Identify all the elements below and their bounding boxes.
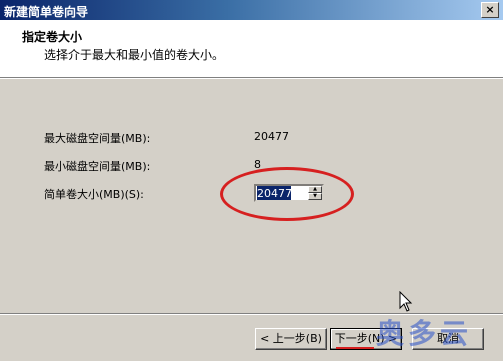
page-subtitle: 选择介于最大和最小值的卷大小。 [44, 48, 225, 62]
window-title: 新建简单卷向导 [4, 5, 89, 19]
back-button[interactable]: < 上一步(B) [255, 328, 327, 350]
volume-size-label: 简单卷大小(MB)(S): [44, 188, 144, 201]
mouse-pointer-icon [399, 291, 413, 312]
max-size-label: 最大磁盘空间量(MB): [44, 132, 151, 145]
watermark-logo: 奥多云 [376, 317, 473, 350]
max-size-value: 20477 [254, 130, 289, 143]
min-size-label: 最小磁盘空间量(MB): [44, 160, 151, 173]
red-annotation-underline [336, 347, 374, 349]
page-title: 指定卷大小 [22, 30, 83, 44]
red-annotation-ellipse [220, 167, 354, 221]
close-button[interactable]: × [481, 2, 499, 18]
wizard-header: 指定卷大小 选择介于最大和最小值的卷大小。 [0, 20, 503, 77]
window-titlebar: 新建简单卷向导 × [0, 0, 503, 20]
header-divider [0, 77, 503, 79]
